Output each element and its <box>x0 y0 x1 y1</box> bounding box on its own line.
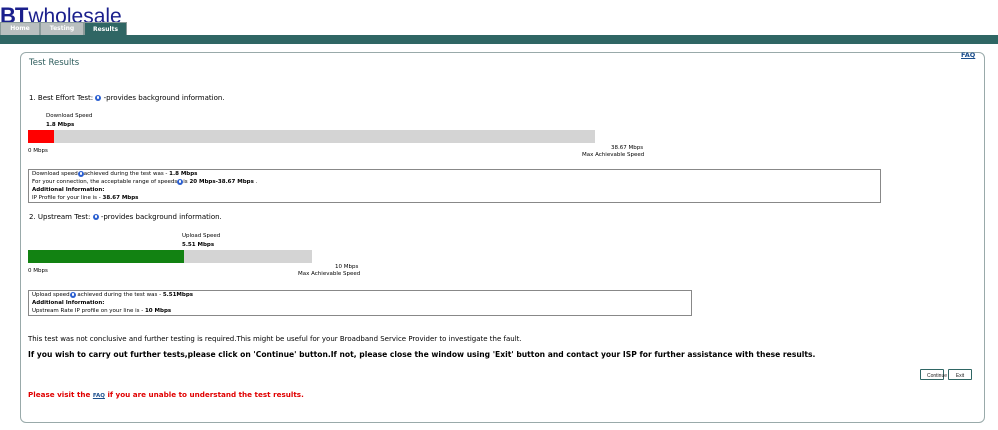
upload-achieved-value: 5.51Mbps <box>162 292 194 298</box>
bt-wholesale-logo: BT wholesale <box>0 3 122 28</box>
download-info-box: Download speed achieved during the test w… <box>28 169 881 203</box>
upload-speed-bar <box>28 250 312 263</box>
upstream-ip-profile-value: 10 Mbps <box>144 308 172 314</box>
info-icon[interactable] <box>77 170 84 177</box>
tab-testing[interactable]: Testing <box>40 22 84 35</box>
download-info-line-1: Download speed achieved during the test w… <box>32 170 877 178</box>
conclusion-text: This test was not conclusive and further… <box>28 335 522 343</box>
upstream-heading: 2. Upstream Test: -provides background i… <box>29 213 222 221</box>
upstream-heading-end: -provides background information. <box>98 213 222 221</box>
footer-suffix: if you are unable to understand the test… <box>104 390 304 399</box>
upload-speed-fill <box>28 250 185 263</box>
info-text: Upstream Rate IP profile on your line is… <box>32 308 145 314</box>
info-icon[interactable] <box>92 214 99 220</box>
results-panel <box>20 52 985 423</box>
best-effort-heading: 1. Best Effort Test: -provides backgroun… <box>29 94 225 102</box>
info-text: IP Profile for your line is - <box>32 195 103 201</box>
upload-additional-info-heading: Additional Information: <box>32 300 105 306</box>
upload-bar-min-label: 0 Mbps <box>28 268 48 274</box>
info-text: . <box>253 179 258 185</box>
upload-bar-max-caption: Max Achievable Speed <box>298 271 361 277</box>
download-bar-max-caption: Max Achievable Speed <box>582 152 645 158</box>
upload-info-line-1: Upload speed achieved during the test wa… <box>32 291 688 299</box>
info-text: achieved during the test was - <box>83 171 170 177</box>
tab-home[interactable]: Home <box>0 22 40 35</box>
download-info-line-4: IP Profile for your line is - 38.67 Mbps <box>32 194 877 202</box>
download-speed-value: 1.8 Mbps <box>46 122 75 128</box>
page-title: Test Results <box>29 58 80 68</box>
faq-footer: Please visit the FAQ if you are unable t… <box>28 390 304 399</box>
exit-button[interactable]: Exit <box>948 369 972 380</box>
info-icon[interactable] <box>69 291 76 298</box>
instruction-text: If you wish to carry out further tests,p… <box>28 350 816 359</box>
faq-link-footer[interactable]: FAQ <box>93 393 105 399</box>
download-speed-bar <box>28 130 595 143</box>
info-text: Upload speed <box>32 292 70 298</box>
download-bar-min-label: 0 Mbps <box>28 148 48 154</box>
download-speed-label: Download Speed <box>46 113 93 119</box>
download-bar-max-label: 38.67 Mbps <box>611 145 644 151</box>
faq-link-top[interactable]: FAQ <box>961 51 975 59</box>
upstream-heading-start: 2. Upstream Test: <box>29 213 93 221</box>
tab-results[interactable]: Results <box>84 22 127 36</box>
upload-speed-label: Upload Speed <box>182 233 221 239</box>
acceptable-range-value: 20 Mbps-38.67 Mbps <box>189 179 254 185</box>
ip-profile-value: 38.67 Mbps <box>102 195 139 201</box>
info-text: achieved during the test was - <box>75 292 163 298</box>
download-achieved-value: 1.8 Mbps <box>169 171 198 177</box>
best-effort-heading-start: 1. Best Effort Test: <box>29 94 96 102</box>
info-icon[interactable] <box>177 178 184 185</box>
download-speed-fill <box>28 130 55 143</box>
upload-speed-value: 5.51 Mbps <box>182 242 215 248</box>
footer-prefix: Please visit the <box>28 390 93 399</box>
upload-bar-max-label: 10 Mbps <box>335 264 359 270</box>
nav-tabs: Home Testing Results <box>0 22 127 36</box>
upload-info-line-3: Upstream Rate IP profile on your line is… <box>32 307 688 315</box>
info-text: Download speed <box>32 171 78 177</box>
best-effort-heading-end: -provides background information. <box>101 94 225 102</box>
continue-button[interactable]: Continue <box>920 369 947 380</box>
upload-info-box: Upload speed achieved during the test wa… <box>28 290 692 316</box>
info-text: For your connection, the acceptable rang… <box>32 179 178 185</box>
download-additional-info-heading: Additional Information: <box>32 187 105 193</box>
download-info-line-2: For your connection, the acceptable rang… <box>32 178 877 186</box>
header-band <box>0 35 998 44</box>
